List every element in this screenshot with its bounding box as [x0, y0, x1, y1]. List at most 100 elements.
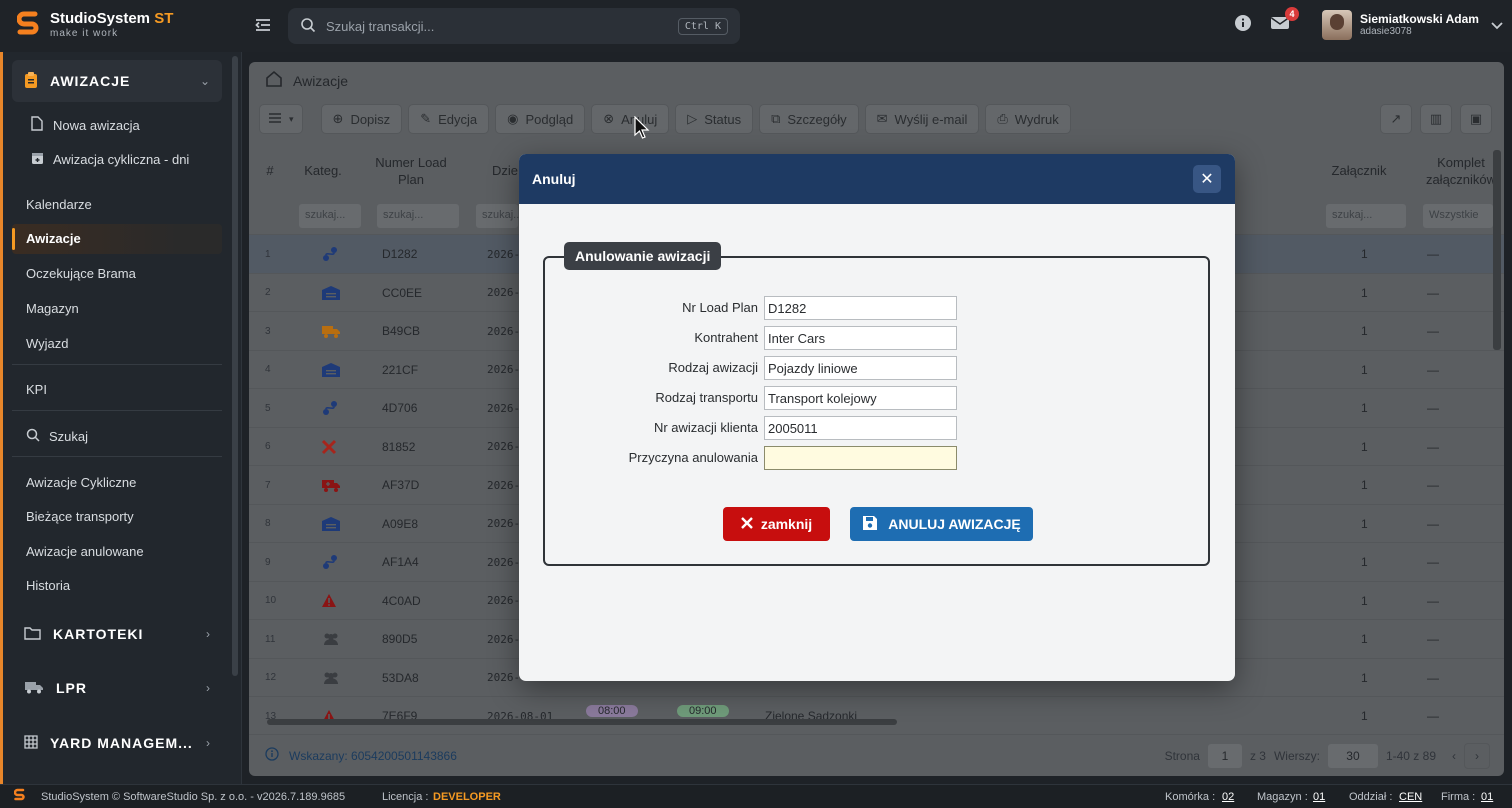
- chevron-right-icon: ›: [206, 736, 210, 750]
- sidebar-item-nowa-awizacja[interactable]: Nowa awizacja: [30, 116, 140, 134]
- dopisz-button[interactable]: ⊕ Dopisz: [320, 104, 403, 134]
- sidebar-item-szukaj[interactable]: Szukaj: [26, 428, 88, 445]
- rows-label: Wierszy:: [1273, 748, 1320, 763]
- row-attachment: 1: [1361, 478, 1368, 492]
- row-date: 2026-: [487, 671, 521, 684]
- sidebar-section-lpr[interactable]: LPR ›: [12, 667, 222, 709]
- column-header-numer[interactable]: Numer Load Plan: [374, 144, 448, 199]
- save-icon: [862, 515, 878, 534]
- column-header-index[interactable]: #: [253, 144, 287, 199]
- row-date: 2026-08-01: [487, 709, 554, 723]
- row-load-plan: 7E6F9: [382, 709, 418, 723]
- next-page-button[interactable]: ›: [1464, 742, 1490, 769]
- home-icon[interactable]: [265, 70, 283, 91]
- status-button[interactable]: ▷ Status: [675, 104, 754, 134]
- filter-dzien[interactable]: szukaj...: [476, 204, 522, 228]
- oddzial-value[interactable]: CEN: [1399, 791, 1422, 803]
- sidebar-item-biezace-transporty[interactable]: Bieżące transporty: [26, 509, 134, 524]
- sidebar-item-wyjazd[interactable]: Wyjazd: [26, 336, 69, 351]
- scrollbar-thumb[interactable]: [267, 719, 897, 725]
- szczegoly-button[interactable]: ⧉ Szczegóły: [759, 104, 859, 134]
- row-attachment: 1: [1361, 709, 1368, 723]
- sidebar-item-awizacja-cykliczna[interactable]: Awizacja cykliczna - dni: [30, 151, 189, 168]
- sidebar-section-awizacje[interactable]: AWIZACJE ⌄: [12, 60, 222, 102]
- anuluj-awizacje-button[interactable]: ANULUJ AWIZACJĘ: [850, 507, 1033, 541]
- user-menu[interactable]: Siemiatkowski Adam adasie3078: [1322, 10, 1503, 40]
- sidebar-item-awizacje-anulowane[interactable]: Awizacje anulowane: [26, 544, 144, 559]
- chart-button[interactable]: ↗: [1380, 104, 1412, 134]
- search-input[interactable]: [326, 18, 678, 34]
- clipboard-icon: [24, 71, 38, 92]
- warning-icon: [321, 582, 337, 620]
- sidebar-item-awizacje[interactable]: Awizacje: [26, 231, 81, 246]
- mail-icon: ✉: [876, 111, 888, 126]
- row-load-plan: AF1A4: [382, 555, 419, 569]
- anuluj-button[interactable]: ⊗ Anuluj: [591, 104, 670, 134]
- filter-kateg[interactable]: szukaj...: [299, 204, 361, 228]
- field-row-rodzaj-awizacji: Rodzaj awizacji: [519, 356, 1235, 380]
- sidebar-item-kalendarze[interactable]: Kalendarze: [26, 197, 92, 212]
- prev-page-icon[interactable]: ‹: [1452, 749, 1456, 763]
- rows-input[interactable]: 30: [1327, 743, 1378, 768]
- sidebar-section-yard[interactable]: YARD MANAGEM... ›: [12, 722, 222, 764]
- sidebar-scrollbar[interactable]: [232, 56, 238, 676]
- save-layout-button[interactable]: ▣: [1460, 104, 1492, 134]
- row-load-plan: B49CB: [382, 324, 421, 338]
- rodzaj-transportu-field[interactable]: [764, 386, 957, 410]
- grid-vertical-scrollbar[interactable]: [1493, 150, 1501, 350]
- przyczyna-anulowania-field[interactable]: [764, 446, 957, 470]
- row-attachment: 1: [1361, 516, 1368, 531]
- dialog-close-button[interactable]: ✕: [1193, 165, 1221, 193]
- menu-toggle-icon[interactable]: [254, 16, 274, 36]
- firma-value[interactable]: 01: [1481, 791, 1493, 803]
- page-input[interactable]: 1: [1207, 743, 1242, 768]
- row-date: 2026-: [487, 555, 521, 569]
- wydruk-button[interactable]: ⎙ Wydruk: [985, 104, 1071, 134]
- search-bar[interactable]: Ctrl K: [288, 8, 740, 44]
- table-row[interactable]: 13 7E6F9 2026-08-01 1 — 08:00 09:00 Zielone Sad…: [249, 696, 1504, 735]
- column-header-kateg[interactable]: Kateg.: [293, 144, 353, 199]
- info-icon[interactable]: [1234, 14, 1252, 35]
- play-icon: ▷: [687, 111, 698, 126]
- row-complete: —: [1427, 709, 1439, 723]
- sidebar-item-magazyn[interactable]: Magazyn: [26, 301, 79, 316]
- pencil-icon: ✎: [420, 111, 432, 126]
- wyslij-email-button[interactable]: ✉ Wyślij e-mail: [864, 104, 980, 134]
- row-load-plan: AF37D: [382, 478, 420, 492]
- grid-footer: Wskazany: 6054200501143866 Strona 1 z 3 …: [249, 734, 1504, 776]
- cancel-dialog: Anuluj ✕ Anulowanie awizacji Nr Load Pla…: [519, 154, 1235, 681]
- sidebar-divider: [12, 456, 222, 457]
- kontrahent-field[interactable]: [764, 326, 957, 350]
- komorka-value[interactable]: 02: [1222, 791, 1234, 803]
- map-icon: ⧉: [771, 111, 781, 126]
- time-badge: 08:00: [586, 705, 638, 717]
- sidebar-item-historia[interactable]: Historia: [26, 578, 70, 593]
- grid-horizontal-scrollbar[interactable]: [257, 718, 1487, 726]
- rodzaj-awizacji-field[interactable]: [764, 356, 957, 380]
- columns-button[interactable]: ▥: [1420, 104, 1452, 134]
- row-attachment: 1: [1361, 555, 1368, 569]
- sidebar-item-kpi[interactable]: KPI: [26, 382, 47, 397]
- zamknij-button[interactable]: zamknij: [723, 507, 830, 541]
- column-header-komplet[interactable]: Komplet załączników: [1421, 144, 1501, 199]
- magazyn-value[interactable]: 01: [1313, 791, 1325, 803]
- podglad-button[interactable]: ◉ Podgląd: [495, 104, 586, 134]
- load-plan-field[interactable]: [764, 296, 957, 320]
- columns-menu-button[interactable]: ▾: [259, 104, 303, 134]
- mail-button[interactable]: 4: [1270, 7, 1299, 34]
- column-header-zalacznik[interactable]: Załącznik: [1324, 144, 1394, 199]
- nr-awizacji-klienta-field[interactable]: [764, 416, 957, 440]
- sidebar-section-kartoteki[interactable]: KARTOTEKI ›: [12, 613, 222, 655]
- edycja-button[interactable]: ✎ Edycja: [408, 104, 490, 134]
- sidebar-divider: [12, 364, 222, 365]
- row-complete: —: [1427, 247, 1439, 261]
- sidebar-item-awizacje-cykliczne[interactable]: Awizacje Cykliczne: [26, 475, 136, 490]
- sidebar-item-oczekujace-brama[interactable]: Oczekujące Brama: [26, 266, 136, 281]
- filter-zalacznik[interactable]: szukaj...: [1326, 204, 1406, 228]
- route-icon: [321, 235, 339, 273]
- app-logo[interactable]: StudioSystem ST make it work: [16, 10, 173, 40]
- chevron-right-icon: ›: [206, 681, 210, 695]
- row-load-plan: 890D5: [382, 632, 418, 646]
- filter-numer[interactable]: szukaj...: [377, 204, 459, 228]
- filter-komplet[interactable]: Wszystkie: [1423, 204, 1493, 228]
